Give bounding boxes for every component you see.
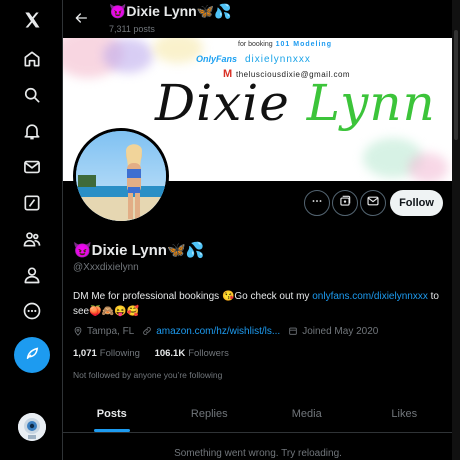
compose-post-button[interactable] bbox=[14, 337, 50, 373]
arrow-left-icon bbox=[73, 10, 89, 31]
communities-icon[interactable] bbox=[14, 221, 50, 257]
location-text: Tampa, FL bbox=[87, 325, 135, 337]
calendar-icon bbox=[289, 327, 297, 335]
message-button[interactable] bbox=[360, 190, 386, 216]
profile-header: 😈Dixie Lynn🦋💦 7,311 posts bbox=[63, 0, 460, 38]
follow-stats: 1,071 Following 106.1K Followers bbox=[73, 348, 241, 359]
followers-label: Followers bbox=[188, 348, 229, 359]
error-message: Something went wrong. Try reloading. bbox=[174, 448, 342, 459]
paint-splash bbox=[408, 153, 448, 181]
joined-item: Joined May 2020 bbox=[288, 326, 378, 337]
scrollbar-thumb[interactable] bbox=[454, 30, 458, 140]
banner-booking-line: for booking 101 Modeling bbox=[238, 41, 332, 48]
left-nav bbox=[0, 0, 62, 460]
header-posts-count: 7,311 posts bbox=[109, 24, 155, 34]
followers-count: 106.1K bbox=[154, 348, 186, 359]
profile-bio: DM Me for professional bookings 😘Go chec… bbox=[73, 289, 453, 319]
profile-main: 😈Dixie Lynn🦋💦 7,311 posts for booking 101… bbox=[62, 0, 460, 460]
website-item: amazon.com/hz/wishlist/ls... bbox=[142, 326, 280, 337]
header-display-name: 😈Dixie Lynn🦋💦 bbox=[109, 3, 232, 19]
search-icon[interactable] bbox=[14, 77, 50, 113]
website-link[interactable]: amazon.com/hz/wishlist/ls... bbox=[156, 326, 280, 337]
account-avatar[interactable] bbox=[18, 413, 46, 441]
profile-tabs: Posts Replies Media Likes bbox=[63, 395, 453, 433]
onlyfans-logo: OnlyFans bbox=[196, 54, 238, 64]
location-item: Tampa, FL bbox=[73, 326, 134, 337]
more-icon bbox=[310, 194, 324, 213]
following-stat[interactable]: 1,071 Following bbox=[73, 348, 140, 359]
location-pin-icon bbox=[74, 326, 82, 336]
tab-posts[interactable]: Posts bbox=[63, 395, 161, 432]
subscribe-button[interactable] bbox=[332, 190, 358, 216]
banner-booking-text: for booking bbox=[238, 41, 273, 48]
tab-media[interactable]: Media bbox=[258, 395, 356, 432]
messages-icon[interactable] bbox=[14, 149, 50, 185]
profile-avatar[interactable] bbox=[73, 128, 169, 224]
tab-likes[interactable]: Likes bbox=[356, 395, 454, 432]
x-logo-icon[interactable] bbox=[14, 2, 50, 38]
back-button[interactable] bbox=[69, 8, 93, 32]
bio-link[interactable]: onlyfans.com/dixielynnxxx bbox=[312, 291, 428, 302]
bio-text: DM Me for professional bookings 😘Go chec… bbox=[73, 291, 313, 302]
home-icon[interactable] bbox=[14, 41, 50, 77]
follow-button[interactable]: Follow bbox=[390, 190, 443, 216]
more-icon[interactable] bbox=[14, 293, 50, 329]
banner-script-name: Dixie Lynn bbox=[155, 74, 436, 132]
not-followed-note: Not followed by anyone you’re following bbox=[73, 370, 223, 380]
banner-agency: 101 Modeling bbox=[275, 41, 332, 48]
notifications-icon[interactable] bbox=[14, 113, 50, 149]
banner-script-last: Lynn bbox=[306, 74, 436, 132]
banner-script-first: Dixie bbox=[155, 74, 290, 132]
profile-handle: @Xxxdixielynn bbox=[73, 262, 139, 273]
profile-meta: Tampa, FL amazon.com/hz/wishlist/ls... J… bbox=[73, 324, 386, 338]
following-label: Following bbox=[99, 348, 140, 359]
following-count: 1,071 bbox=[73, 348, 97, 359]
feather-icon bbox=[23, 344, 41, 367]
more-options-button[interactable] bbox=[304, 190, 330, 216]
paint-splash bbox=[103, 38, 153, 73]
joined-text: Joined May 2020 bbox=[302, 325, 379, 337]
grok-icon[interactable] bbox=[14, 185, 50, 221]
subscribe-icon bbox=[338, 194, 352, 213]
profile-display-name: 😈Dixie Lynn🦋💦 bbox=[73, 242, 205, 259]
link-icon bbox=[143, 327, 152, 335]
message-icon bbox=[366, 194, 380, 213]
profile-icon[interactable] bbox=[14, 257, 50, 293]
tab-replies[interactable]: Replies bbox=[161, 395, 259, 432]
followers-stat[interactable]: 106.1K Followers bbox=[155, 348, 229, 359]
banner-onlyfans-username: dixielynnxxx bbox=[245, 54, 311, 65]
